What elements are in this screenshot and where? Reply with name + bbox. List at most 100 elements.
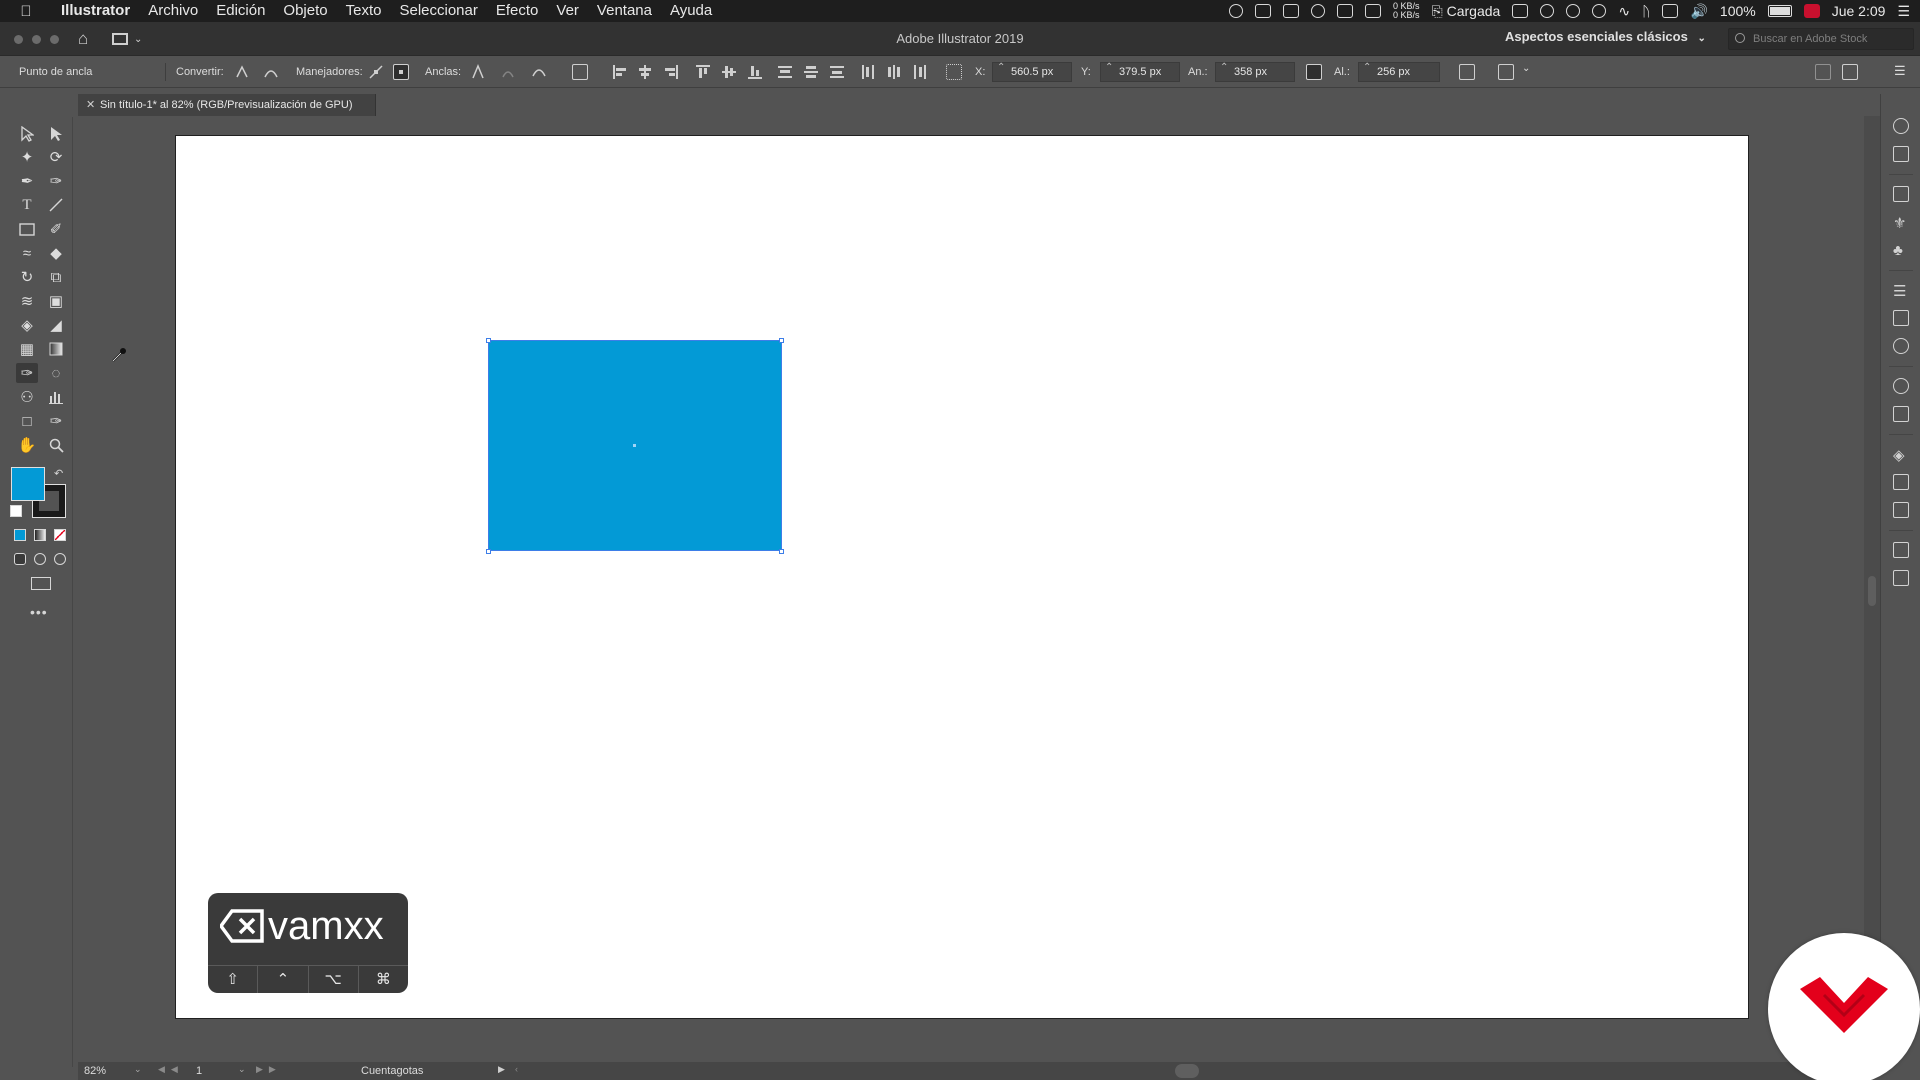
- draw-inside-icon[interactable]: [54, 553, 66, 565]
- time-machine-icon[interactable]: [1592, 4, 1607, 18]
- edit-toolbar-icon[interactable]: •••: [30, 604, 48, 620]
- line-segment-tool[interactable]: [45, 195, 67, 215]
- export-icon[interactable]: [1893, 474, 1909, 490]
- power-status[interactable]: ⎘ Cargada: [1432, 3, 1501, 20]
- anchor-point-top-left[interactable]: [486, 338, 491, 343]
- wifi-icon[interactable]: ∿: [1618, 3, 1630, 20]
- transform-icon[interactable]: [1459, 64, 1475, 80]
- isolate-icon[interactable]: [572, 64, 588, 80]
- play-icon[interactable]: ▶: [498, 1064, 505, 1075]
- distribute-right-icon[interactable]: [912, 64, 928, 80]
- none-mode-icon[interactable]: [54, 529, 66, 541]
- scale-tool[interactable]: ⧉: [45, 267, 67, 287]
- menu-texto[interactable]: Texto: [337, 0, 391, 22]
- type-tool[interactable]: T: [16, 195, 38, 215]
- convert-to-smooth-icon[interactable]: [263, 64, 279, 80]
- menu-seleccionar[interactable]: Seleccionar: [390, 0, 486, 22]
- gradient-mode-icon[interactable]: [34, 529, 46, 541]
- record-icon[interactable]: [1229, 4, 1244, 18]
- screen-mode-icon[interactable]: [31, 577, 51, 590]
- vertical-scroll-thumb[interactable]: [1868, 576, 1876, 606]
- spotlight-icon[interactable]: [1540, 4, 1555, 18]
- menu-ver[interactable]: Ver: [547, 0, 588, 22]
- align-right-icon[interactable]: [663, 64, 679, 80]
- link-proportions-icon[interactable]: [1306, 64, 1322, 80]
- chevron-down-icon[interactable]: ⌄: [134, 1064, 142, 1075]
- default-fill-stroke-icon[interactable]: [10, 505, 22, 517]
- y-position-field[interactable]: 379.5 px: [1100, 62, 1180, 82]
- align-vertical-center-icon[interactable]: [721, 64, 737, 80]
- artboard-nav-next-last-icon[interactable]: ▶▶: [256, 1064, 282, 1075]
- menu-ventana[interactable]: Ventana: [588, 0, 661, 22]
- eraser-tool[interactable]: ◆: [45, 243, 67, 263]
- vertical-scrollbar[interactable]: [1864, 116, 1880, 1062]
- selection-tool[interactable]: [16, 124, 38, 144]
- column-graph-tool[interactable]: [45, 387, 67, 407]
- anchor-point-top-right[interactable]: [779, 338, 784, 343]
- pen-tool[interactable]: ✒: [16, 171, 38, 191]
- show-handles-icon[interactable]: [368, 64, 384, 80]
- layers-icon[interactable]: ◈: [1893, 446, 1909, 464]
- menu-archivo[interactable]: Archivo: [139, 0, 207, 22]
- fill-swatch[interactable]: [11, 467, 45, 501]
- volume-icon[interactable]: 🔊: [1690, 3, 1707, 20]
- x-position-field[interactable]: 560.5 px: [992, 62, 1072, 82]
- symbols-icon[interactable]: ♣: [1893, 242, 1909, 259]
- hand-tool[interactable]: ✋: [16, 435, 38, 455]
- adobe-stock-search-input[interactable]: Buscar en Adobe Stock: [1728, 28, 1914, 50]
- anchor-point-bottom-right[interactable]: [779, 549, 784, 554]
- menu-ayuda[interactable]: Ayuda: [661, 0, 721, 22]
- distribute-top-icon[interactable]: [777, 64, 793, 80]
- memory-icon[interactable]: [1512, 4, 1529, 18]
- panel-menu-icon[interactable]: ☰: [1894, 63, 1906, 79]
- airplay-icon[interactable]: [1662, 4, 1679, 18]
- stroke-icon[interactable]: ☰: [1893, 282, 1909, 300]
- align-horizontal-center-icon[interactable]: [637, 64, 653, 80]
- artboard-tool[interactable]: □: [16, 411, 38, 431]
- gradient-panel-icon[interactable]: [1893, 310, 1909, 326]
- apple-menu-icon[interactable]: : [0, 3, 52, 20]
- sidecar-icon[interactable]: [1365, 4, 1382, 18]
- distribute-bottom-icon[interactable]: [829, 64, 845, 80]
- close-tab-icon[interactable]: ✕: [86, 98, 95, 111]
- rotate-tool[interactable]: ↻: [16, 267, 38, 287]
- blend-tool[interactable]: ◌: [45, 363, 67, 383]
- eyedropper-tool[interactable]: ✑: [16, 363, 38, 383]
- shape-builder-tool[interactable]: ◈: [16, 315, 38, 335]
- artboard-nav-first-prev-icon[interactable]: ◀◀: [158, 1064, 184, 1075]
- mesh-tool[interactable]: ▦: [16, 339, 38, 359]
- hide-handles-icon[interactable]: [393, 64, 409, 80]
- graphic-styles-icon[interactable]: [1893, 406, 1909, 422]
- free-transform-tool[interactable]: ▣: [45, 291, 67, 311]
- chevron-down-icon[interactable]: ⌄: [1522, 63, 1530, 74]
- menu-app[interactable]: Illustrator: [52, 0, 139, 22]
- artboard[interactable]: [175, 135, 1749, 1019]
- connect-anchors-icon[interactable]: [500, 64, 516, 80]
- nvidia-icon[interactable]: [1337, 4, 1354, 18]
- transparency-icon[interactable]: [1893, 338, 1909, 354]
- convert-to-corner-icon[interactable]: [234, 64, 250, 80]
- rectangle-tool[interactable]: [16, 219, 38, 239]
- swatches-icon[interactable]: [1893, 186, 1909, 202]
- horizontal-scroll-thumb[interactable]: [1175, 1064, 1199, 1078]
- remove-anchor-icon[interactable]: [470, 64, 486, 80]
- properties-panel-icon[interactable]: [1893, 146, 1909, 162]
- symbol-sprayer-tool[interactable]: ⚇: [16, 387, 38, 407]
- display-icon[interactable]: [1255, 4, 1272, 18]
- gradient-tool[interactable]: [45, 339, 67, 359]
- draw-behind-icon[interactable]: [34, 553, 46, 565]
- links-icon[interactable]: [1893, 570, 1909, 586]
- creative-cloud-icon[interactable]: [1311, 4, 1326, 18]
- height-field[interactable]: 256 px: [1358, 62, 1440, 82]
- brushes-icon[interactable]: ⚜: [1893, 214, 1909, 232]
- menu-objeto[interactable]: Objeto: [274, 0, 336, 22]
- menu-edicion[interactable]: Edición: [207, 0, 274, 22]
- appearance-icon[interactable]: [1893, 378, 1909, 394]
- chevron-down-icon[interactable]: ⌄: [238, 1064, 246, 1075]
- document-tab[interactable]: ✕ Sin título-1* al 82% (RGB/Previsualiza…: [78, 94, 376, 116]
- magic-wand-tool[interactable]: ✦: [16, 147, 38, 167]
- isolate-selected-icon[interactable]: [1498, 64, 1514, 80]
- paintbrush-tool[interactable]: ✐: [45, 219, 67, 239]
- width-field[interactable]: 358 px: [1215, 62, 1295, 82]
- battery-icon[interactable]: [1767, 5, 1792, 17]
